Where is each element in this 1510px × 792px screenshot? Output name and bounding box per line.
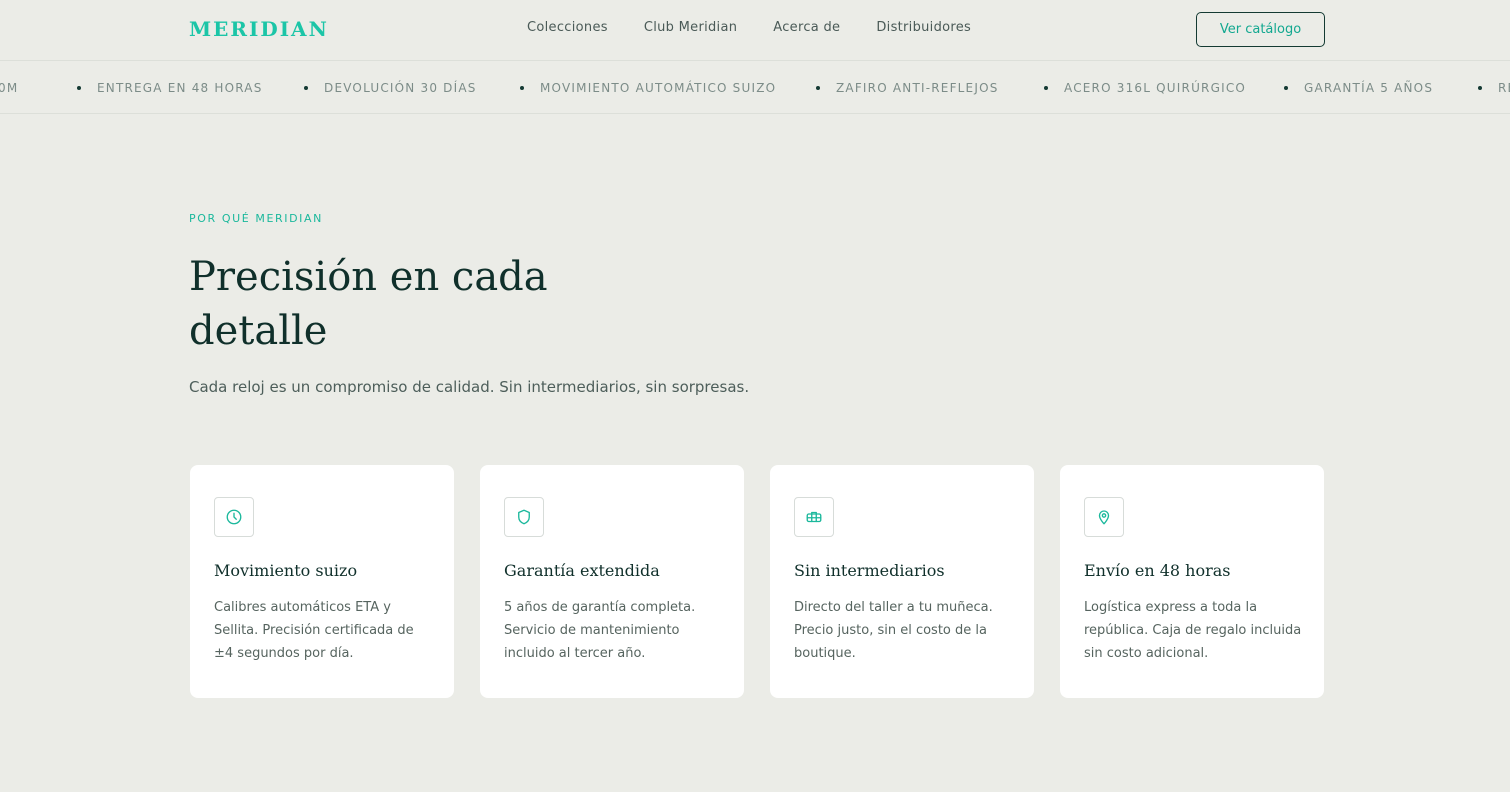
ticker-dot [1284, 86, 1288, 90]
feature-title: Envío en 48 horas [1084, 561, 1231, 580]
main-nav: Colecciones Club Meridian Acerca de Dist… [527, 19, 1007, 37]
handshake-icon [794, 497, 834, 537]
feature-title: Sin intermediarios [794, 561, 945, 580]
brand-logo[interactable]: MERIDIAN [189, 15, 329, 43]
nav-link-colecciones[interactable]: Colecciones [527, 19, 608, 37]
ticker-item: ENTREGA EN 48 HORAS [97, 81, 263, 95]
section-title: Precisión en cada detalle [189, 254, 548, 354]
site-header: MERIDIAN Colecciones Club Meridian Acerc… [0, 0, 1510, 58]
shield-icon [504, 497, 544, 537]
view-catalog-button[interactable]: Ver catálogo [1196, 12, 1325, 47]
feature-title: Movimiento suizo [214, 561, 358, 580]
nav-link-club-meridian[interactable]: Club Meridian [644, 19, 737, 37]
feature-card-direct: Sin intermediarios Directo del taller a … [770, 465, 1034, 698]
map-pin-icon [1084, 497, 1124, 537]
section-subtitle: Cada reloj es un compromiso de calidad. … [189, 378, 750, 396]
ticker-dot [77, 86, 81, 90]
nav-link-distribuidores[interactable]: Distribuidores [876, 19, 971, 37]
feature-card-shipping: Envío en 48 horas Logística express a to… [1060, 465, 1324, 698]
nav-link-acerca-de[interactable]: Acerca de [773, 19, 840, 37]
ticker-dot [1478, 86, 1482, 90]
page: MERIDIAN Colecciones Club Meridian Acerc… [0, 0, 1510, 792]
feature-description: Logística express a toda la república. C… [1084, 600, 1302, 661]
ticker-item: GARANTÍA 5 AÑOS [1304, 81, 1434, 95]
feature-description: 5 años de garantía completa. Servicio de… [504, 600, 696, 661]
ticker-dot [520, 86, 524, 90]
ticker-item: DEVOLUCIÓN 30 DÍAS [324, 81, 477, 95]
ticker-item: ACERO 316L QUIRÚRGICO [1064, 81, 1247, 95]
clock-icon [214, 497, 254, 537]
features-ticker: 0M ENTREGA EN 48 HORAS DEVOLUCIÓN 30 DÍA… [0, 60, 1510, 114]
feature-card-movement: Movimiento suizo Calibres automáticos ET… [190, 465, 454, 698]
feature-card-warranty: Garantía extendida 5 años de garantía co… [480, 465, 744, 698]
feature-title: Garantía extendida [504, 561, 660, 580]
ticker-item: RE [1498, 81, 1510, 95]
section-eyebrow: POR QUÉ MERIDIAN [189, 212, 323, 225]
ticker-dot [304, 86, 308, 90]
ticker-item: ZAFIRO ANTI-REFLEJOS [836, 81, 999, 95]
feature-description: Directo del taller a tu muñeca. Precio j… [794, 600, 993, 661]
ticker-item: MOVIMIENTO AUTOMÁTICO SUIZO [540, 81, 777, 95]
feature-description: Calibres automáticos ETA y Sellita. Prec… [214, 600, 414, 661]
ticker-item: 0M [0, 81, 19, 95]
ticker-dot [816, 86, 820, 90]
ticker-dot [1044, 86, 1048, 90]
